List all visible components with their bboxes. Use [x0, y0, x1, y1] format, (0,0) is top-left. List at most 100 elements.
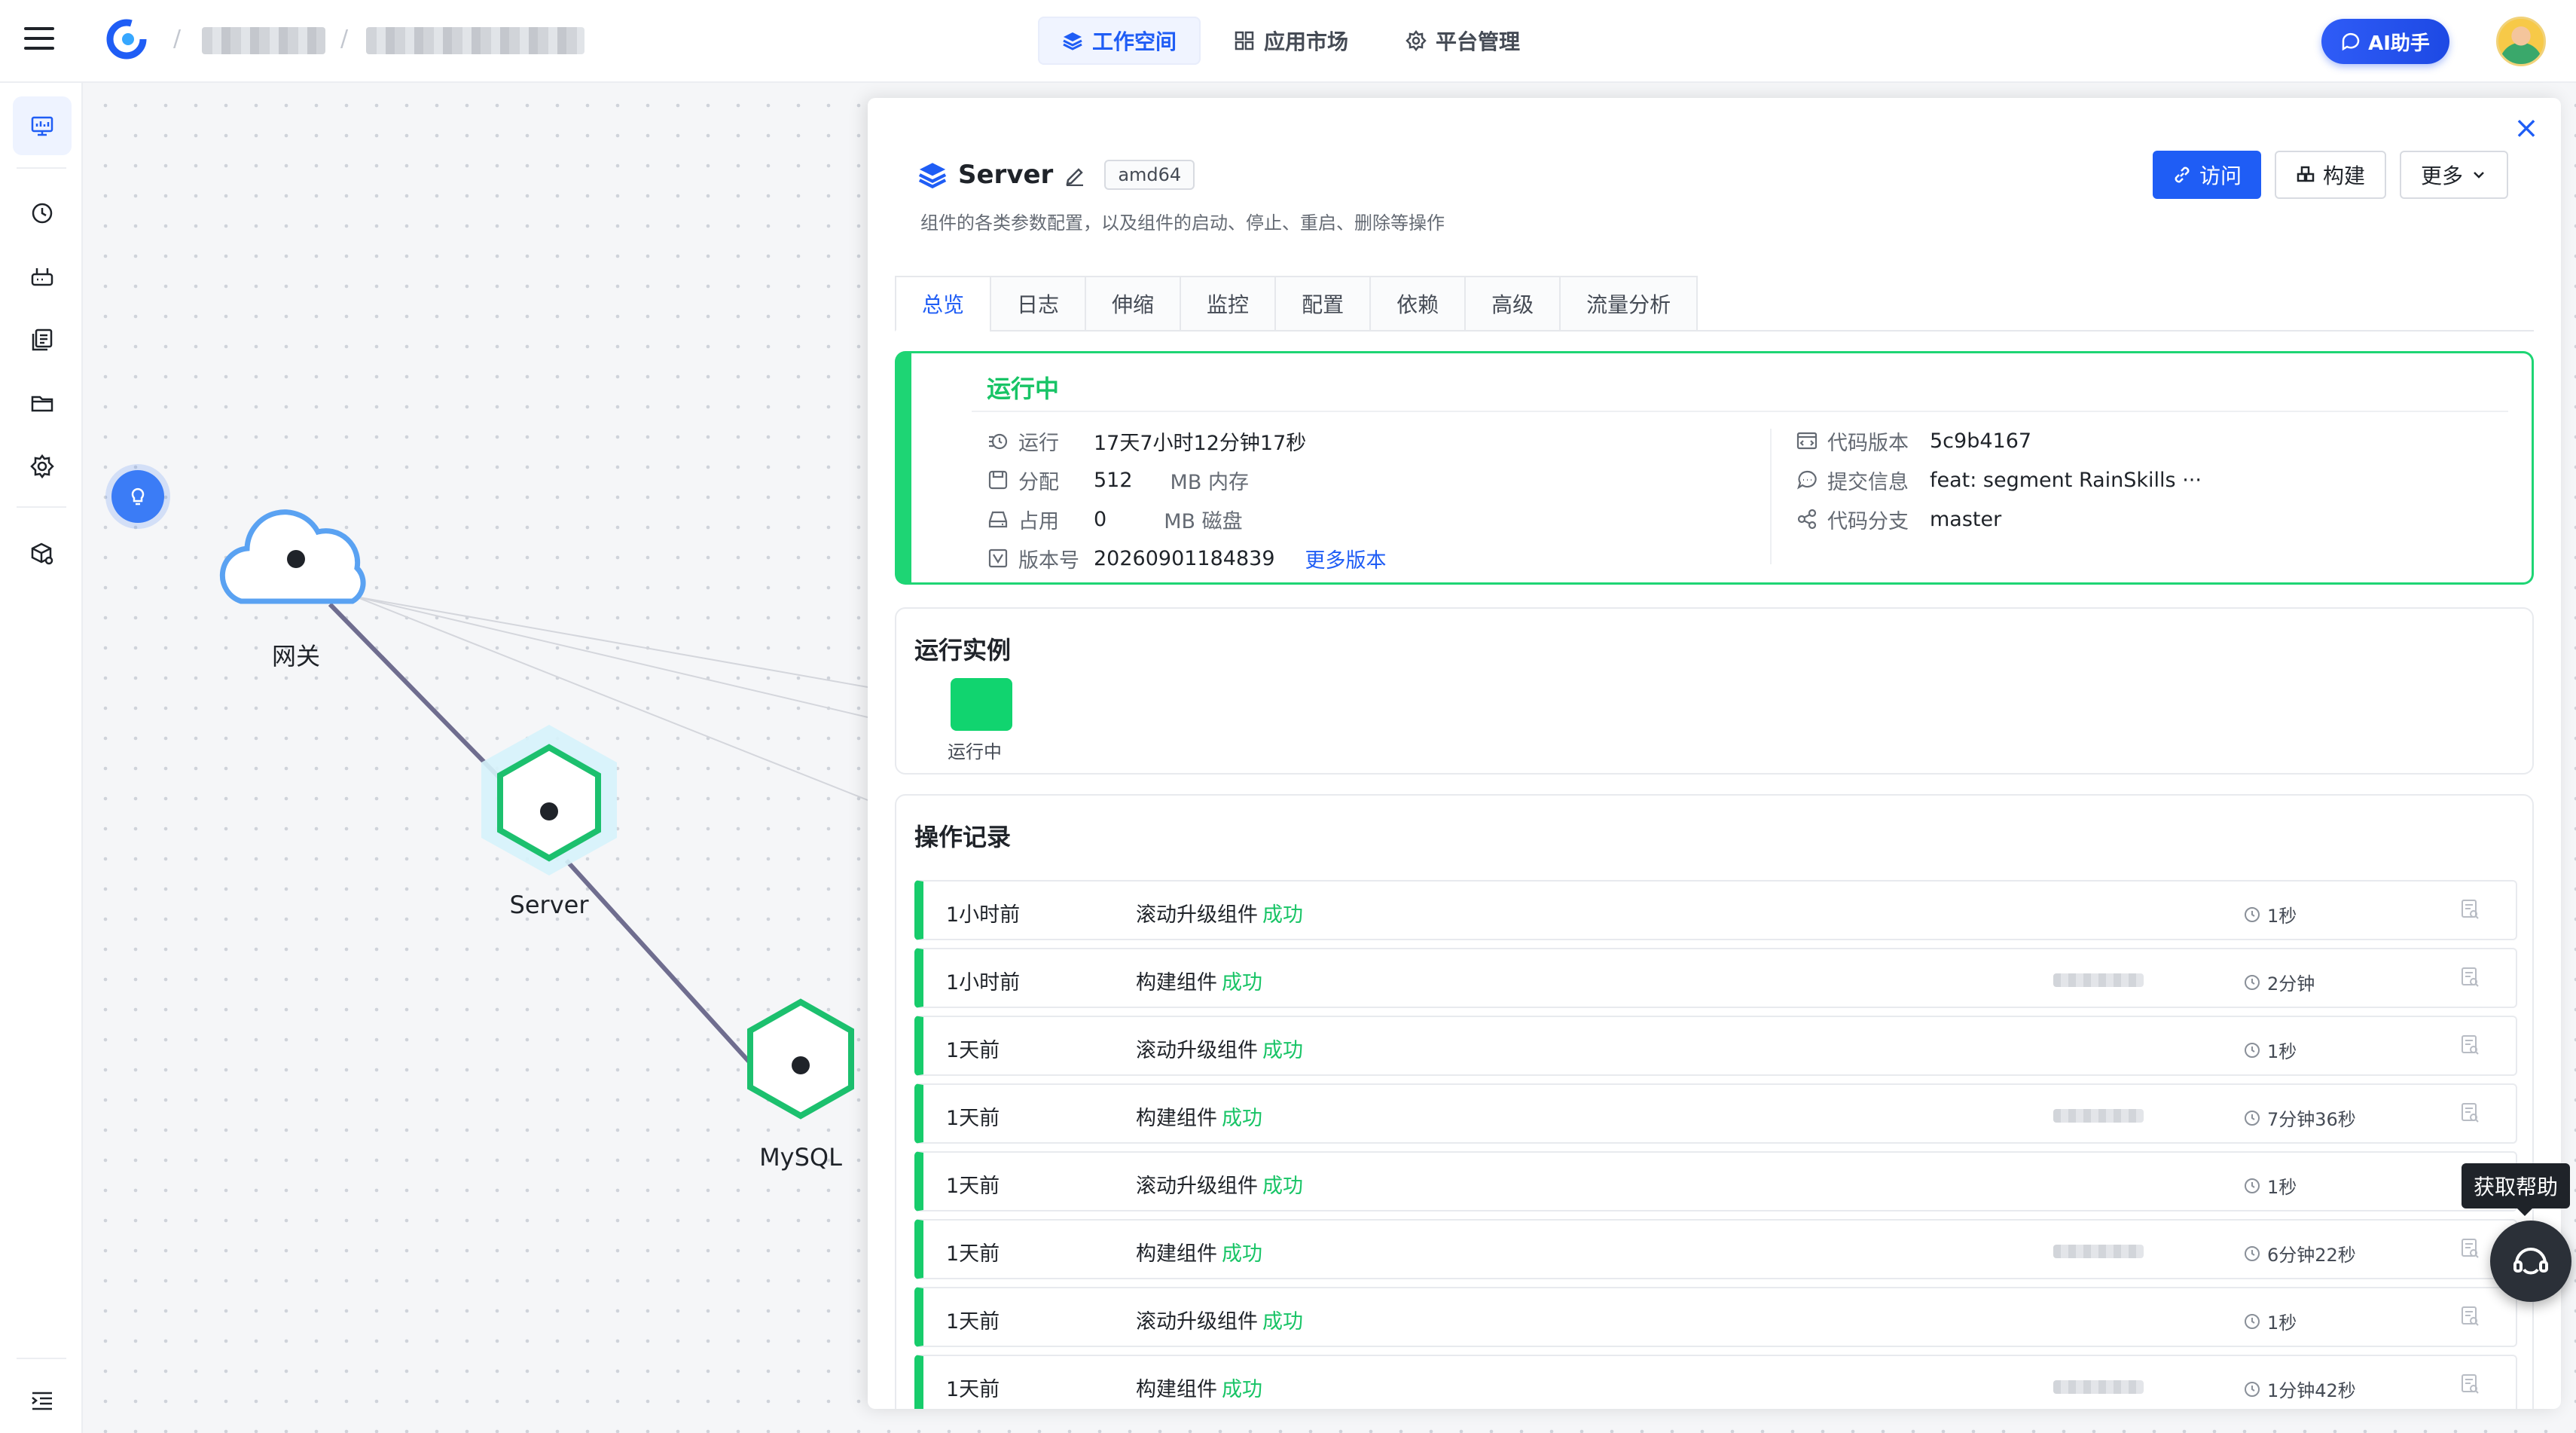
help-tooltip: 获取帮助: [2462, 1163, 2571, 1216]
table-row: 1天前 构建组件 成功 1分钟42秒: [914, 1355, 2517, 1409]
indent-icon: [32, 1392, 52, 1410]
table-row: 1天前 滚动升级组件 成功 1秒: [914, 1016, 2517, 1076]
sidebar-item-config[interactable]: [13, 310, 72, 369]
lightbulb-tip-button[interactable]: [111, 470, 164, 523]
main-nav: 工作空间 应用市场 平台管理: [1038, 17, 1544, 65]
branch-icon: [1797, 509, 1817, 530]
menu-toggle-icon[interactable]: [24, 27, 54, 53]
node-label-gateway: 网关: [271, 642, 320, 671]
sidebar-item-history[interactable]: [13, 184, 72, 243]
nav-marketplace[interactable]: 应用市场: [1210, 17, 1372, 65]
record-time: 1天前: [946, 1107, 1000, 1130]
record-duration-text: 2分钟: [2267, 973, 2315, 995]
user-avatar[interactable]: [2496, 17, 2546, 66]
visit-button[interactable]: 访问: [2152, 151, 2261, 199]
gear-icon: [30, 454, 54, 479]
status-title: 运行中: [987, 374, 1060, 403]
table-row: 1天前 滚动升级组件 成功 1秒: [914, 1151, 2517, 1211]
clock-icon: [2245, 1042, 2260, 1058]
record-duration-text: 1秒: [2267, 1041, 2297, 1062]
sidebar-item-packages[interactable]: [13, 524, 72, 583]
record-duration: 1秒: [2243, 901, 2297, 927]
top-bar: / / 工作空间 应用市场 平台管理 AI助手: [0, 0, 2576, 83]
instance-block[interactable]: [951, 678, 1012, 731]
package-settings-icon: [31, 542, 53, 565]
log-detail-icon[interactable]: [2458, 1305, 2481, 1328]
record-status: 成功: [1262, 1039, 1303, 1062]
run-value: 17天7小时12分钟17秒: [1094, 431, 1307, 455]
record-action-text: 构建组件: [1136, 1107, 1217, 1130]
component-name: Server: [958, 160, 1054, 190]
document-icon: [32, 328, 53, 351]
sidebar-item-overview[interactable]: [13, 96, 72, 155]
node-mysql[interactable]: [747, 998, 854, 1120]
tab-overview[interactable]: 总览: [895, 276, 990, 332]
log-detail-icon[interactable]: [2458, 898, 2481, 921]
tab-logs[interactable]: 日志: [990, 276, 1085, 332]
record-duration: 2分钟: [2243, 969, 2315, 995]
app-logo[interactable]: [105, 18, 148, 60]
folder-icon: [31, 396, 53, 412]
tab-dependencies[interactable]: 依赖: [1369, 276, 1465, 332]
breadcrumb-app[interactable]: [366, 27, 584, 54]
version-icon: [988, 548, 1008, 568]
status-divider: [972, 411, 2508, 412]
node-label-mysql: MySQL: [759, 1143, 842, 1172]
tab-scaling[interactable]: 伸缩: [1085, 276, 1180, 332]
node-server[interactable]: [481, 725, 617, 875]
record-time: 1天前: [946, 1242, 1000, 1266]
record-duration-text: 1秒: [2267, 1312, 2297, 1334]
ai-assistant-button[interactable]: AI助手: [2321, 19, 2449, 64]
clock-icon: [2245, 1178, 2260, 1193]
status-run-time: 运行 17天7小时12分钟17秒: [987, 426, 1306, 456]
more-versions-link[interactable]: 更多版本: [1305, 544, 1387, 573]
gear-icon: [1406, 30, 1427, 51]
record-time: 1小时前: [946, 971, 1021, 995]
breadcrumb-team[interactable]: [202, 27, 325, 54]
tab-traffic[interactable]: 流量分析: [1559, 276, 1699, 332]
layers-icon: [1063, 32, 1082, 50]
help-button[interactable]: [2490, 1221, 2571, 1302]
record-time: 1天前: [946, 1378, 1000, 1401]
router-icon: [31, 268, 53, 286]
left-sidebar: [0, 83, 83, 1433]
more-dropdown[interactable]: 更多: [2399, 151, 2508, 199]
record-duration-text: 6分钟22秒: [2267, 1245, 2356, 1266]
disk-icon: [988, 511, 1008, 528]
code-version-label: 代码版本: [1827, 431, 1909, 455]
record-duration-text: 1秒: [2267, 1177, 2297, 1198]
node-gateway[interactable]: [219, 509, 366, 604]
memory-icon: [988, 470, 1008, 490]
record-duration-text: 1秒: [2267, 906, 2297, 927]
tab-advanced[interactable]: 高级: [1464, 276, 1560, 332]
status-column-divider: [1770, 429, 1772, 564]
log-detail-icon[interactable]: [2458, 1237, 2481, 1260]
log-detail-icon[interactable]: [2458, 1034, 2481, 1056]
record-duration: 1分钟42秒: [2243, 1376, 2356, 1402]
tab-monitor[interactable]: 监控: [1180, 276, 1275, 332]
sidebar-item-components[interactable]: [13, 247, 72, 306]
build-button[interactable]: 构建: [2274, 151, 2386, 199]
status-commit: 提交信息 feat: segment RainSkills ···: [1796, 465, 2202, 495]
record-status: 成功: [1222, 1242, 1262, 1266]
record-operator: [2053, 1380, 2144, 1394]
sidebar-collapse-toggle[interactable]: [13, 1371, 72, 1430]
log-detail-icon[interactable]: [2458, 1373, 2481, 1395]
nav-platform[interactable]: 平台管理: [1381, 17, 1544, 65]
table-row: 1天前 构建组件 成功 7分钟36秒: [914, 1083, 2517, 1144]
branch-value: master: [1930, 507, 2002, 531]
sidebar-item-settings[interactable]: [13, 437, 72, 496]
tab-config[interactable]: 配置: [1274, 276, 1370, 332]
instance-label: 运行中: [948, 741, 1002, 762]
close-icon[interactable]: ×: [2511, 113, 2541, 143]
sidebar-divider: [17, 506, 66, 508]
record-operator: [2053, 973, 2144, 987]
edit-pencil-icon[interactable]: [1064, 163, 1086, 186]
sidebar-item-files[interactable]: [13, 374, 72, 432]
log-detail-icon[interactable]: [2458, 966, 2481, 988]
log-detail-icon[interactable]: [2458, 1101, 2481, 1124]
instances-card: 运行实例 运行中: [895, 607, 2534, 775]
layers-icon: [918, 163, 947, 189]
version-label: 版本号: [1018, 548, 1079, 573]
nav-workspace[interactable]: 工作空间: [1038, 17, 1201, 65]
